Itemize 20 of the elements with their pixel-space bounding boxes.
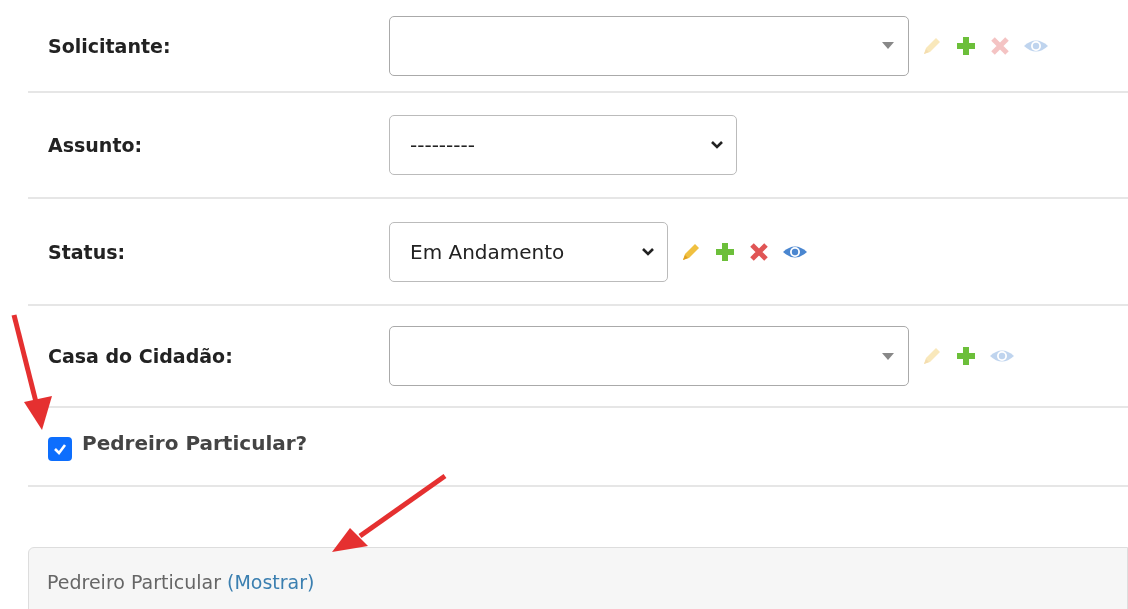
caret-icon [882, 352, 894, 360]
add-icon[interactable] [714, 240, 736, 263]
checkbox[interactable] [48, 436, 72, 461]
add-icon[interactable] [955, 345, 977, 367]
add-icon[interactable] [955, 34, 977, 57]
select-field[interactable] [389, 326, 909, 386]
caret-icon [882, 42, 894, 49]
checkbox-label: Pedreiro Particular? [82, 430, 308, 455]
fieldset-title: Pedreiro Particular [47, 571, 221, 593]
show-link[interactable]: (Mostrar) [226, 571, 315, 593]
field-label: Status: [47, 240, 127, 263]
select-field[interactable] [389, 15, 909, 76]
field-label: Casa do Cidadão: [47, 345, 234, 367]
field-label: Assunto: [47, 134, 144, 156]
select-field[interactable]: Em Andamento [389, 221, 668, 282]
select-field[interactable]: --------- [389, 115, 737, 175]
chevron-icon [710, 140, 724, 150]
delete-icon[interactable] [748, 240, 770, 263]
chevron-icon [641, 246, 655, 257]
field-label: Solicitante: [47, 34, 172, 57]
